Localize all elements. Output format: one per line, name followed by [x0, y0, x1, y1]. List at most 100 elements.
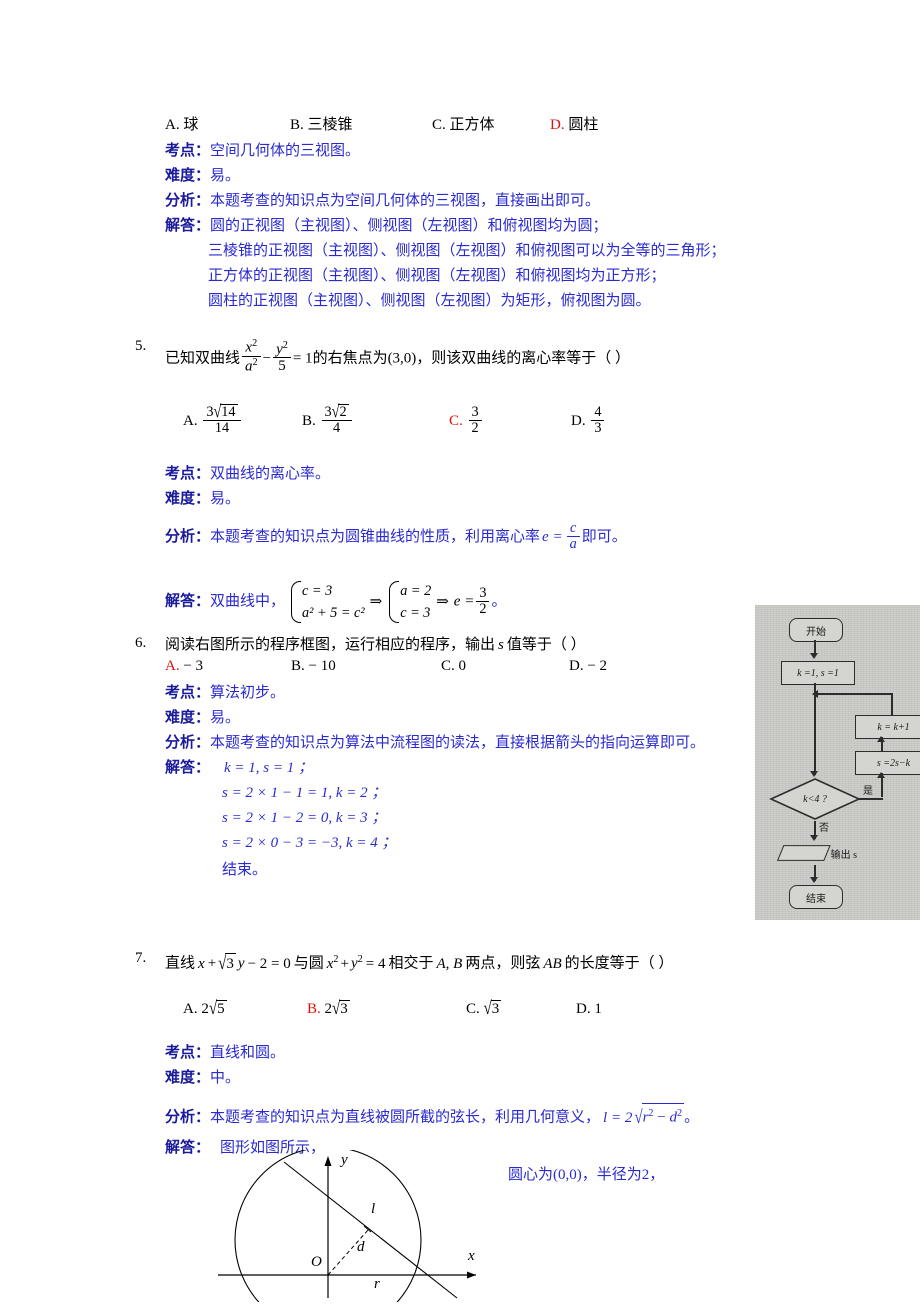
q7-fenxi-radicand: r2 − d2 — [641, 1103, 685, 1128]
q7-fenxi-text-pre: 本题考查的知识点为直线被圆所截的弦长，利用几何意义， — [210, 1109, 601, 1126]
q4-fenxi-row: 分析：本题考查的知识点为空间几何体的三视图，直接画出即可。 — [165, 191, 600, 211]
q5-system-2: a = 2 c = 3 — [387, 580, 431, 624]
flowchart-figure: 开始 k =1, s =1 k = k+1 s =2s−k k<4 ? 是 否 … — [755, 605, 920, 920]
q6-options-row: A. − 3 B. − 10 C. 0 D. − 2 — [165, 658, 607, 675]
q6-option-c-letter: C. — [441, 658, 455, 674]
q7-option-b-letter: B. — [307, 1001, 321, 1017]
q4-option-b-letter: B. — [290, 117, 304, 133]
q6-jieda-label: 解答： — [165, 760, 211, 776]
q6-jieda-line-1: k = 1, s = 1 ； — [224, 760, 314, 776]
q4-jieda-line-4: 圆柱的正视图（主视图）、侧视图（左视图）为矩形，俯视图为圆。 — [208, 293, 651, 309]
q5-option-c[interactable]: C. 32 — [449, 404, 571, 437]
q5-fenxi-num: c — [569, 520, 577, 536]
q7-option-b[interactable]: B. 2√3 — [307, 998, 466, 1019]
q7-stem-p3: 相交于 — [388, 955, 434, 972]
q5-fenxi-e-equals: e = — [542, 528, 563, 545]
q4-option-d-text: 圆柱 — [568, 117, 599, 133]
q4-option-b[interactable]: B. 三棱锥 — [290, 113, 432, 134]
q5-system-1-line-1: c = 3 — [302, 583, 333, 599]
q5-fenxi-label: 分析： — [165, 528, 211, 545]
flowchart-decision-node: k<4 ? — [769, 777, 861, 821]
q5-result-lead: e = — [453, 593, 475, 610]
q7-option-c-letter: C. — [466, 1001, 480, 1017]
q6-kaodian-row: 考点：算法初步。 — [165, 683, 285, 703]
q5-kaodian-label: 考点： — [165, 466, 211, 482]
q5-kaodian-text: 双曲线的离心率。 — [210, 466, 331, 482]
q5-fenxi-text-pre: 本题考查的知识点为圆锥曲线的性质，利用离心率 — [210, 528, 541, 545]
q6-option-d-letter: D. — [569, 658, 584, 674]
q7-kaodian-text: 直线和圆。 — [210, 1045, 286, 1061]
q5-opt-d-den: 3 — [591, 420, 605, 436]
flowchart-yes-label: 是 — [863, 786, 873, 797]
q7-fenxi-radical: √r2 − d2 — [634, 1103, 685, 1128]
q6-nandu-label: 难度： — [165, 710, 211, 726]
q7-option-d-coef: 1 — [594, 1001, 602, 1017]
y-axis-arrow — [324, 1156, 332, 1166]
q6-stem-post: 值等于（ ） — [506, 637, 586, 653]
q7-options-row: A. 2√5 B. 2√3 C. √3 D. 1 — [183, 998, 602, 1019]
q5-opt-c-den: 2 — [468, 420, 482, 436]
q5-number: 5. — [135, 338, 147, 354]
q6-option-b[interactable]: B. − 10 — [291, 658, 441, 675]
q7-nandu-row: 难度：中。 — [165, 1068, 240, 1088]
document-page: A. 球 B. 三棱锥 C. 正方体 D. 圆柱 考点：空间几何体的三视图。 难度：易… — [0, 0, 920, 1307]
q6-option-d[interactable]: D. − 2 — [569, 658, 607, 675]
q6-fenxi-text: 本题考查的知识点为算法中流程图的读法，直接根据箭头的指向运算即可。 — [210, 735, 706, 751]
flowchart-arrow-6 — [810, 877, 818, 883]
q5-fenxi-c-over-a: ca — [566, 520, 580, 553]
q7-option-a[interactable]: A. 2√5 — [183, 999, 307, 1019]
q6-fenxi-label: 分析： — [165, 735, 211, 751]
q4-nandu-row: 难度：易。 — [165, 166, 240, 186]
q5-result-period: 。 — [491, 593, 507, 610]
q7-kaodian-label: 考点： — [165, 1045, 211, 1061]
q4-option-a[interactable]: A. 球 — [165, 113, 290, 134]
q5-nandu-row: 难度：易。 — [165, 489, 240, 509]
q4-option-a-letter: A. — [165, 117, 180, 133]
flowchart-init-node: k =1, s =1 — [781, 661, 855, 685]
q7-stem-p5: 的长度等于（ ） — [564, 955, 674, 972]
q5-implies-1: ⇒ — [369, 593, 383, 610]
geometry-figure: y x O l d r — [180, 1146, 530, 1307]
q7-option-c[interactable]: C. √3 — [466, 999, 576, 1019]
q6-jieda-line-3: s = 2 × 1 − 2 = 0, k = 3 ； — [222, 810, 387, 826]
flowchart-start-node: 开始 — [789, 618, 843, 642]
flowchart-arrow-4 — [877, 772, 885, 778]
q7-fenxi-text-post: 。 — [684, 1109, 700, 1126]
q6-stem-var: s — [498, 637, 504, 653]
q4-option-c[interactable]: C. 正方体 — [432, 113, 550, 134]
flowchart-no-label: 否 — [819, 823, 829, 834]
q7-stem-p1: 直线 — [165, 955, 196, 972]
q6-number: 6. — [135, 635, 147, 651]
secant-line — [283, 1161, 458, 1299]
q6-option-a[interactable]: A. − 3 — [165, 658, 291, 675]
q7-option-b-radical: √3 — [332, 998, 350, 1019]
q5-kaodian-row: 考点：双曲线的离心率。 — [165, 464, 330, 484]
q5-option-d[interactable]: D. 43 — [571, 404, 606, 437]
q5-system-2-line-2: c = 3 — [400, 605, 431, 622]
q5-option-b[interactable]: B. 3√2 4 — [302, 402, 449, 437]
q5-opt-a-coef: 3 — [206, 404, 214, 420]
flowchart-update-node: s =2s−k — [855, 751, 920, 775]
q4-option-d-letter: D. — [550, 117, 565, 133]
q7-option-d[interactable]: D. 1 — [576, 1001, 602, 1018]
q6-option-a-letter: A. — [165, 658, 180, 674]
flowchart-yes-branch — [859, 798, 883, 800]
q4-jieda-line-2: 三棱锥的正视图（主视图）、侧视图（左视图）和俯视图可以为全等的三角形； — [208, 243, 726, 259]
flowchart-increment-node: k = k+1 — [855, 715, 920, 739]
q5-option-a[interactable]: A. 3√14 14 — [183, 402, 302, 437]
q5-hyperbola-frac-2: y2 5 — [273, 340, 291, 375]
q7-option-d-letter: D. — [576, 1001, 591, 1017]
flowchart-update-label: s =2s−k — [876, 757, 911, 769]
q7-stem-p2: 与圆 — [293, 955, 324, 972]
q5-stem: 已知双曲线 x2 a2− y2 5 = 1的右焦点为(3,0)，则该双曲线的离心率等于（ … — [165, 338, 630, 375]
q5-fenxi-text-post: 即可。 — [581, 528, 627, 545]
q4-jieda-line-1: 圆的正视图（主视图）、侧视图（左视图）和俯视图均为圆； — [210, 218, 608, 234]
q6-option-b-letter: B. — [291, 658, 305, 674]
q5-options-row: A. 3√14 14 B. 3√2 4 C. 3 2 D. 43 — [183, 402, 606, 437]
q4-option-a-text: 球 — [183, 117, 199, 133]
q5-opt-b-root: 2 — [338, 404, 349, 420]
q4-option-d[interactable]: D. 圆柱 — [550, 113, 598, 134]
circle-line-diagram — [218, 1146, 476, 1307]
q6-option-c[interactable]: C. 0 — [441, 658, 569, 675]
q7-option-a-root: 5 — [216, 1000, 227, 1017]
